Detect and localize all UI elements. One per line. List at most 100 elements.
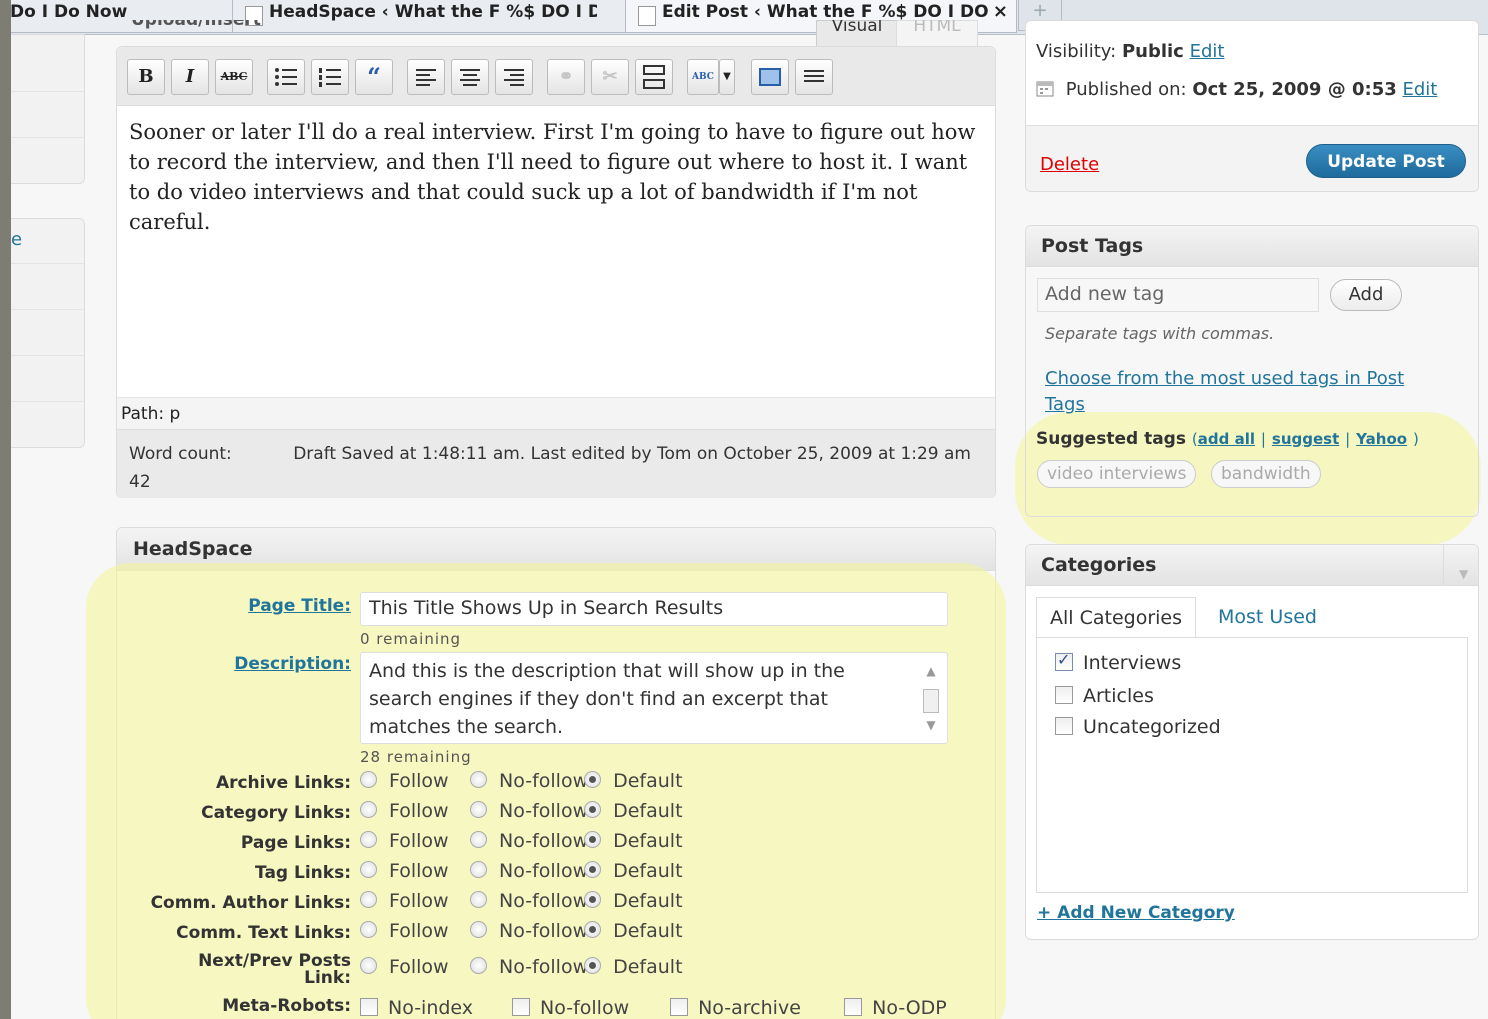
category-checkbox[interactable] xyxy=(1055,686,1073,704)
default-radio[interactable] xyxy=(584,771,602,788)
menu-item-link[interactable]: e xyxy=(11,219,84,264)
fullscreen-button[interactable] xyxy=(751,59,789,95)
menu-item[interactable] xyxy=(11,92,84,138)
follow-radio[interactable] xyxy=(360,771,377,788)
upload-insert-label: Upload/Insert xyxy=(131,20,261,30)
chevron-down-icon: ▼ xyxy=(1459,567,1469,581)
edit-date-link[interactable]: Edit xyxy=(1402,79,1437,100)
yahoo-link[interactable]: Yahoo xyxy=(1356,430,1407,448)
page-title-label[interactable]: Page Title: xyxy=(71,596,351,616)
italic-button[interactable]: I xyxy=(171,59,209,95)
nofollow-radio[interactable] xyxy=(470,921,488,938)
insert-more-button[interactable] xyxy=(635,59,673,95)
follow-radio[interactable] xyxy=(360,801,377,818)
edit-visibility-link[interactable]: Edit xyxy=(1190,41,1225,62)
html-tab[interactable]: HTML xyxy=(896,20,978,46)
align-center-button[interactable] xyxy=(451,59,489,95)
menu-item[interactable] xyxy=(11,402,84,447)
spellcheck-dropdown[interactable]: ▼ xyxy=(719,59,735,95)
noindex-checkbox[interactable] xyxy=(360,998,378,1016)
nofollow-radio[interactable] xyxy=(470,891,488,908)
tab-label: Edit Post ‹ What the F %$ DO I DO... xyxy=(662,2,988,22)
editor-content[interactable]: Sooner or later I'll do a real interview… xyxy=(129,117,985,237)
tab-most-used[interactable]: Most Used xyxy=(1218,597,1317,637)
blockquote-button[interactable]: “ xyxy=(355,59,393,95)
category-checkbox[interactable] xyxy=(1055,650,1073,671)
follow-label: Follow xyxy=(389,770,449,792)
default-radio[interactable] xyxy=(584,891,602,908)
separator: | xyxy=(1345,430,1351,448)
spellcheck-icon: ABC xyxy=(692,72,714,82)
collapse-toggle[interactable]: ▼ xyxy=(1443,545,1478,585)
page-title-input[interactable]: This Title Shows Up in Search Results xyxy=(360,592,948,626)
publish-box: Visibility: Public Edit Published on: Oc… xyxy=(1025,20,1479,192)
nofollow-label: No-follow xyxy=(499,770,589,792)
description-scrollbar[interactable]: ▲ ▼ xyxy=(921,657,941,739)
path-bar: Path: p xyxy=(117,397,995,430)
suggested-tag-chip[interactable]: video interviews xyxy=(1037,460,1197,488)
noodp-checkbox[interactable] xyxy=(844,998,863,1016)
follow-radio[interactable] xyxy=(360,921,377,938)
description-textarea[interactable]: And this is the description that will sh… xyxy=(360,652,948,744)
add-all-link[interactable]: add all xyxy=(1198,430,1255,448)
nofollow-radio[interactable] xyxy=(470,957,488,974)
close-tab-icon[interactable]: × xyxy=(993,1,1008,22)
headspace-title: HeadSpace xyxy=(133,538,253,560)
align-right-button[interactable] xyxy=(495,59,533,95)
insert-link-button[interactable]: ⚭ xyxy=(547,59,585,95)
align-left-button[interactable] xyxy=(407,59,445,95)
category-checkbox[interactable] xyxy=(1055,717,1073,735)
next-prev-links-label: Next/Prev Posts Link: xyxy=(71,953,351,987)
menu-item[interactable] xyxy=(11,356,84,402)
scroll-up-icon: ▲ xyxy=(926,664,936,678)
strikethrough-button[interactable]: ABC xyxy=(215,59,253,95)
nofollow-label: No-follow xyxy=(499,920,589,942)
kitchen-sink-button[interactable] xyxy=(795,59,833,95)
nofollow-radio[interactable] xyxy=(470,831,488,848)
follow-radio[interactable] xyxy=(360,831,377,848)
suggested-tag-chip[interactable]: bandwidth xyxy=(1211,460,1321,488)
tab-all-categories[interactable]: All Categories xyxy=(1036,597,1196,637)
default-radio[interactable] xyxy=(584,957,602,974)
categories-header[interactable]: Categories ▼ xyxy=(1026,545,1478,586)
default-radio[interactable] xyxy=(584,831,602,848)
default-radio[interactable] xyxy=(584,861,602,878)
add-tag-button[interactable]: Add xyxy=(1330,279,1402,311)
nofollow-checkbox[interactable] xyxy=(512,998,531,1016)
link-icon: ⚭ xyxy=(558,66,574,87)
post-tags-header[interactable]: Post Tags xyxy=(1026,226,1478,267)
unlink-button[interactable]: ✂ xyxy=(591,59,629,95)
update-post-button[interactable]: Update Post xyxy=(1306,144,1466,178)
add-new-category-link[interactable]: + Add New Category xyxy=(1037,903,1235,923)
bullet-list-button[interactable] xyxy=(267,59,305,95)
menu-item[interactable] xyxy=(11,35,84,92)
new-tag-input[interactable]: Add new tag xyxy=(1037,278,1319,312)
menu-item[interactable] xyxy=(11,138,84,183)
spellcheck-button[interactable]: ABC xyxy=(687,59,719,95)
post-editor: B I ABC “ ⚭ ✂ ABC ▼ Sooner or later I'll… xyxy=(116,46,996,498)
default-radio[interactable] xyxy=(584,921,602,938)
delete-link[interactable]: Delete xyxy=(1040,154,1099,175)
bold-button[interactable]: B xyxy=(127,59,165,95)
scroll-thumb[interactable] xyxy=(923,689,939,713)
menu-item[interactable] xyxy=(11,264,84,310)
post-tags-box: Post Tags Add new tag Add Separate tags … xyxy=(1025,225,1479,517)
menu-item[interactable] xyxy=(11,310,84,356)
choose-most-used-tags-link[interactable]: Choose from the most used tags in Post T… xyxy=(1045,366,1425,418)
default-radio[interactable] xyxy=(584,801,602,818)
kitchen-sink-icon xyxy=(804,70,824,82)
noarchive-checkbox[interactable] xyxy=(670,998,689,1016)
nofollow-radio[interactable] xyxy=(470,771,488,788)
follow-radio[interactable] xyxy=(360,891,377,908)
visual-tab[interactable]: Visual xyxy=(816,20,898,46)
nofollow-radio[interactable] xyxy=(470,861,488,878)
follow-radio[interactable] xyxy=(360,957,377,974)
description-label[interactable]: Description: xyxy=(71,654,351,674)
default-label: Default xyxy=(613,860,683,882)
follow-label: Follow xyxy=(389,830,449,852)
numbered-list-button[interactable] xyxy=(311,59,349,95)
follow-radio[interactable] xyxy=(360,861,377,878)
suggest-link[interactable]: suggest xyxy=(1272,430,1339,448)
nofollow-radio[interactable] xyxy=(470,801,488,818)
fullscreen-icon xyxy=(759,68,781,86)
